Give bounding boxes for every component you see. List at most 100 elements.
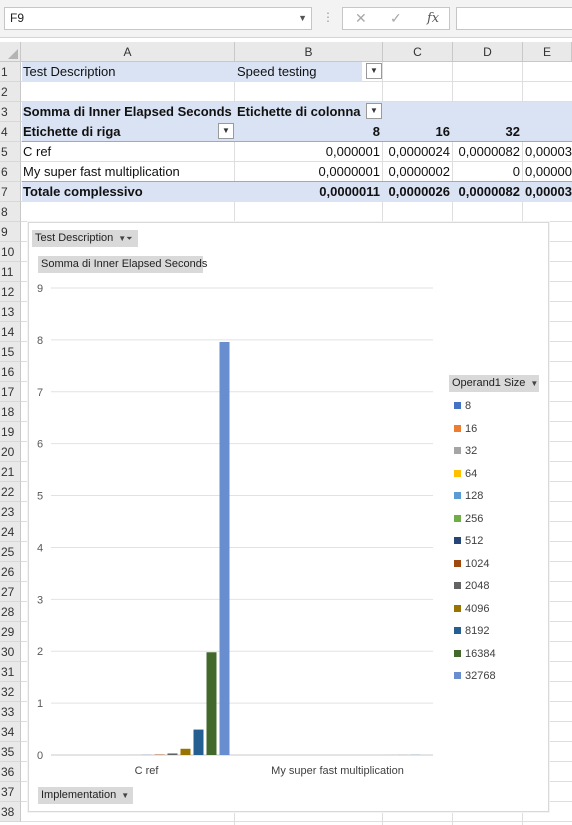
chart-filter-button[interactable]: Test Description ▼⏷ <box>32 230 138 247</box>
legend-item[interactable]: 8 <box>454 399 471 413</box>
filter-value[interactable]: Speed testing <box>235 62 383 82</box>
name-box[interactable]: F9 ▼ <box>4 7 312 30</box>
row-header[interactable]: 24 <box>0 522 21 542</box>
pivot-value-cell[interactable]: 0,0000024 <box>383 142 453 162</box>
row-header[interactable]: 9 <box>0 222 21 242</box>
row-header[interactable]: 8 <box>0 202 21 222</box>
pivot-column-key[interactable]: 32 <box>453 122 523 142</box>
pivot-value-cell[interactable]: 0,0000002 <box>383 162 453 182</box>
bar[interactable] <box>193 729 204 755</box>
pivot-row-label[interactable]: My super fast multiplication <box>21 162 235 182</box>
pivot-total-cell[interactable]: 0,0000082 <box>453 182 523 202</box>
column-header-e[interactable]: E <box>523 42 572 62</box>
row-header[interactable]: 37 <box>0 782 21 802</box>
legend-item[interactable]: 8192 <box>454 624 489 638</box>
legend-item[interactable]: 4096 <box>454 602 489 616</box>
row-header[interactable]: 16 <box>0 362 21 382</box>
filter-applied-icon[interactable]: ▼ <box>366 63 382 79</box>
column-labels-dropdown-icon[interactable]: ▼ <box>366 103 382 119</box>
pivot-value-cell[interactable]: 0,0000082 <box>453 142 523 162</box>
row-header[interactable]: 12 <box>0 282 21 302</box>
legend-item[interactable]: 1024 <box>454 557 489 571</box>
row-header[interactable]: 18 <box>0 402 21 422</box>
pivot-row-labels[interactable]: Etichette di riga <box>21 122 235 142</box>
pivot-values-label[interactable]: Somma di Inner Elapsed Seconds <box>21 102 235 122</box>
column-header-c[interactable]: C <box>383 42 453 62</box>
chart-axis-button[interactable]: Implementation ▼ <box>38 787 133 804</box>
pivot-column-key[interactable]: 16 <box>383 122 453 142</box>
row-header[interactable]: 7 <box>0 182 21 202</box>
legend-item[interactable]: 256 <box>454 512 483 526</box>
legend-item[interactable]: 32768 <box>454 669 496 683</box>
row-header[interactable]: 26 <box>0 562 21 582</box>
bar[interactable] <box>167 753 178 755</box>
row-header[interactable]: 3 <box>0 102 21 122</box>
pivot-value-cell[interactable]: 0,00003 <box>525 142 572 162</box>
row-header[interactable]: 20 <box>0 442 21 462</box>
filter-label[interactable]: Test Description <box>21 62 235 82</box>
row-labels-dropdown-icon[interactable]: ▼ <box>218 123 234 139</box>
row-header[interactable]: 38 <box>0 802 21 822</box>
row-header[interactable]: 29 <box>0 622 21 642</box>
bar[interactable] <box>219 341 230 755</box>
row-header[interactable]: 19 <box>0 422 21 442</box>
row-header[interactable]: 15 <box>0 342 21 362</box>
row-header[interactable]: 14 <box>0 322 21 342</box>
legend-item[interactable]: 16 <box>454 422 477 436</box>
row-header[interactable]: 22 <box>0 482 21 502</box>
pivot-value-cell[interactable]: 0,000001 <box>235 142 383 162</box>
pivot-total-cell[interactable]: 0,0000026 <box>383 182 453 202</box>
column-header-a[interactable]: A <box>21 42 235 62</box>
row-header[interactable]: 10 <box>0 242 21 262</box>
row-header[interactable]: 27 <box>0 582 21 602</box>
pivot-value-cell[interactable]: 0,0000001 <box>235 162 383 182</box>
row-header[interactable]: 32 <box>0 682 21 702</box>
enter-icon[interactable]: ✓ <box>390 8 402 29</box>
column-header-b[interactable]: B <box>235 42 383 62</box>
row-header[interactable]: 2 <box>0 82 21 102</box>
insert-function-icon[interactable]: fx <box>427 8 439 29</box>
legend-item[interactable]: 64 <box>454 467 477 481</box>
row-header[interactable]: 13 <box>0 302 21 322</box>
pivot-column-key[interactable]: 8 <box>235 122 383 142</box>
legend-field-button[interactable]: Operand1 Size ▼ <box>449 375 539 392</box>
row-header[interactable]: 28 <box>0 602 21 622</box>
row-header[interactable]: 5 <box>0 142 21 162</box>
row-header[interactable]: 36 <box>0 762 21 782</box>
bar[interactable] <box>180 748 191 755</box>
pivot-total-cell[interactable]: 0,0000011 <box>235 182 383 202</box>
row-header[interactable]: 23 <box>0 502 21 522</box>
legend-item[interactable]: 16384 <box>454 647 496 661</box>
chevron-down-icon[interactable]: ▼ <box>298 8 307 29</box>
chart-values-button[interactable]: Somma di Inner Elapsed Seconds <box>38 256 207 273</box>
row-header[interactable]: 35 <box>0 742 21 762</box>
pivot-total-cell[interactable]: 0,00003 <box>525 182 572 202</box>
pivot-value-cell[interactable]: 0 <box>453 162 523 182</box>
legend-item[interactable]: 32 <box>454 444 477 458</box>
row-header[interactable]: 1 <box>0 62 21 82</box>
row-header[interactable]: 25 <box>0 542 21 562</box>
row-header[interactable]: 21 <box>0 462 21 482</box>
y-tick-label: 0 <box>37 750 43 762</box>
row-header[interactable]: 17 <box>0 382 21 402</box>
bar[interactable] <box>206 652 217 755</box>
pivot-row-label[interactable]: C ref <box>21 142 235 162</box>
legend-item[interactable]: 512 <box>454 534 483 548</box>
row-header[interactable]: 33 <box>0 702 21 722</box>
cancel-icon[interactable]: ✕ <box>355 8 367 29</box>
pivot-total-label[interactable]: Totale complessivo <box>21 182 235 202</box>
formula-input[interactable] <box>456 7 572 30</box>
pivot-column-labels[interactable]: Etichette di colonna <box>235 102 383 122</box>
column-header-d[interactable]: D <box>453 42 523 62</box>
row-header[interactable]: 4 <box>0 122 21 142</box>
row-header[interactable]: 34 <box>0 722 21 742</box>
pivot-value-cell[interactable]: 0,000000 <box>525 162 572 182</box>
legend-item[interactable]: 2048 <box>454 579 489 593</box>
row-header[interactable]: 6 <box>0 162 21 182</box>
pivot-chart[interactable]: 0 1 2 3 4 5 6 7 8 9 C ref My super fast multiplicat… <box>28 222 549 812</box>
row-header[interactable]: 30 <box>0 642 21 662</box>
row-header[interactable]: 11 <box>0 262 21 282</box>
select-all-button[interactable] <box>0 42 21 62</box>
legend-item[interactable]: 128 <box>454 489 483 503</box>
row-header[interactable]: 31 <box>0 662 21 682</box>
